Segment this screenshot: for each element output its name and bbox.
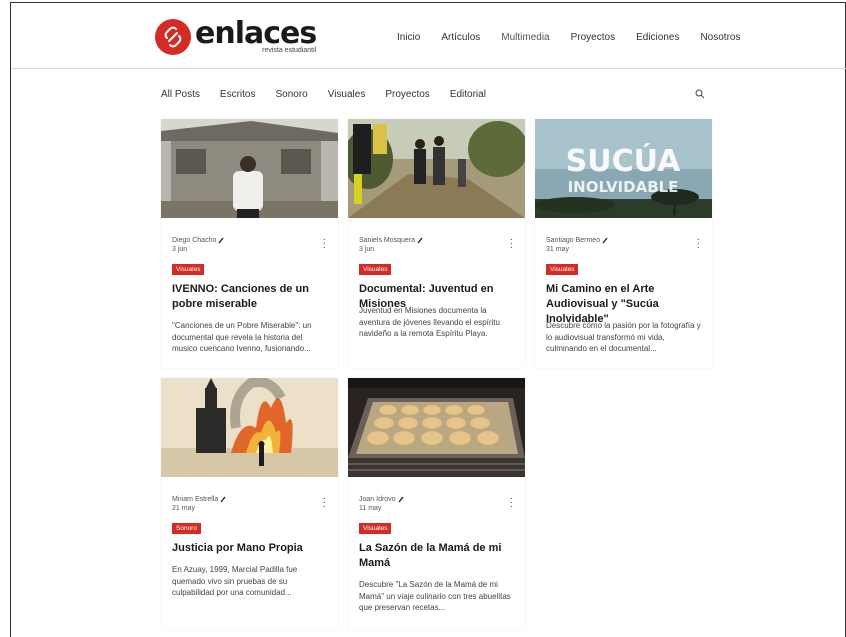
site-header: enlaces revista estudiantil Inicio Artíc… <box>11 3 846 69</box>
category-sonoro[interactable]: Sonoro <box>275 89 307 100</box>
post-category-badge[interactable]: Visuales <box>172 264 205 275</box>
category-bar: All Posts Escritos Sonoro Visuales Proye… <box>161 89 506 100</box>
post-card[interactable]: SUCÚA INOLVIDABLE Santiago Bermeo 31 may… <box>535 119 712 368</box>
nav-multimedia[interactable]: Multimedia <box>501 32 549 43</box>
category-all-posts[interactable]: All Posts <box>161 89 200 100</box>
nav-articulos[interactable]: Artículos <box>441 32 480 43</box>
post-title[interactable]: IVENNO: Canciones de un pobre miserable <box>172 282 332 312</box>
post-author[interactable]: Miriam Estrella <box>172 495 218 504</box>
post-meta: Santiago Bermeo 31 may <box>546 236 608 254</box>
writer-badge-icon <box>417 237 423 244</box>
post-card[interactable]: Saniels Mosquera 3 jun · · · Visuales Docu… <box>348 119 525 368</box>
post-category-badge[interactable]: Visuales <box>359 523 392 534</box>
post-date: 31 may <box>546 246 569 253</box>
writer-badge-icon <box>218 237 224 244</box>
site-logo[interactable]: enlaces revista estudiantil <box>155 16 317 55</box>
post-meta: Miriam Estrella 21 may <box>172 495 226 513</box>
post-excerpt: Descubre cómo la pasión por la fotografí… <box>546 321 701 353</box>
more-options-icon[interactable]: · · · <box>510 235 513 253</box>
thumbnail-subtitle-text: INOLVIDABLE <box>568 178 679 196</box>
post-author[interactable]: Diego Chacho <box>172 236 216 245</box>
post-excerpt: "Canciones de un Pobre Miserable": un do… <box>172 321 312 353</box>
more-options-icon[interactable]: · · · <box>510 494 513 512</box>
post-excerpt: En Azuay, 1999, Marcial Padilla fue quem… <box>172 565 298 597</box>
logo-icon <box>155 19 191 55</box>
post-thumbnail[interactable] <box>161 119 338 218</box>
more-options-icon[interactable]: · · · <box>697 235 700 253</box>
category-escritos[interactable]: Escritos <box>220 89 256 100</box>
post-category-badge[interactable]: Visuales <box>359 264 392 275</box>
post-excerpt: Descubre "La Sazón de la Mamá de mi Mamá… <box>359 580 511 612</box>
post-card[interactable]: Miriam Estrella 21 may · · · Sonoro Justic… <box>161 378 338 630</box>
post-author[interactable]: Saniels Mosquera <box>359 236 415 245</box>
category-visuales[interactable]: Visuales <box>328 89 366 100</box>
writer-badge-icon <box>398 496 404 503</box>
main-nav: Inicio Artículos Multimedia Proyectos Ed… <box>397 32 761 43</box>
browser-frame: enlaces revista estudiantil Inicio Artíc… <box>10 2 846 637</box>
nav-inicio[interactable]: Inicio <box>397 32 420 43</box>
post-date: 3 jun <box>172 246 188 253</box>
post-author[interactable]: Santiago Bermeo <box>546 236 600 245</box>
more-options-icon[interactable]: · · · <box>323 494 326 512</box>
post-author[interactable]: Joan Idrovo <box>359 495 396 504</box>
post-card[interactable]: Diego Chacho 3 jun · · · Visuales IVENNO: … <box>161 119 338 368</box>
post-meta: Joan Idrovo 11 may <box>359 495 404 513</box>
post-card[interactable]: Joan Idrovo 11 may · · · Visuales La Sazón… <box>348 378 525 630</box>
writer-badge-icon <box>220 496 226 503</box>
post-thumbnail[interactable] <box>348 378 525 477</box>
post-meta: Diego Chacho 3 jun <box>172 236 224 254</box>
post-thumbnail[interactable] <box>161 378 338 477</box>
post-excerpt: Juventud en Misiones documenta la aventu… <box>359 306 500 338</box>
post-meta: Saniels Mosquera 3 jun <box>359 236 423 254</box>
logo-wordmark: enlaces <box>195 16 317 51</box>
thumbnail-title-text: SUCÚA <box>566 142 681 179</box>
post-thumbnail[interactable]: SUCÚA INOLVIDABLE <box>535 119 712 218</box>
nav-nosotros[interactable]: Nosotros <box>700 32 740 43</box>
post-category-badge[interactable]: Visuales <box>546 264 579 275</box>
post-title[interactable]: La Sazón de la Mamá de mi Mamá <box>359 541 519 571</box>
writer-badge-icon <box>602 237 608 244</box>
category-proyectos[interactable]: Proyectos <box>385 89 429 100</box>
nav-proyectos[interactable]: Proyectos <box>571 32 615 43</box>
post-date: 3 jun <box>359 246 375 253</box>
post-title[interactable]: Justicia por Mano Propia <box>172 541 332 556</box>
post-thumbnail[interactable] <box>348 119 525 218</box>
post-date: 21 may <box>172 505 195 512</box>
nav-ediciones[interactable]: Ediciones <box>636 32 679 43</box>
category-editorial[interactable]: Editorial <box>450 89 486 100</box>
post-date: 11 may <box>359 505 382 512</box>
search-icon[interactable] <box>695 89 705 99</box>
post-category-badge[interactable]: Sonoro <box>172 523 201 534</box>
more-options-icon[interactable]: · · · <box>323 235 326 253</box>
